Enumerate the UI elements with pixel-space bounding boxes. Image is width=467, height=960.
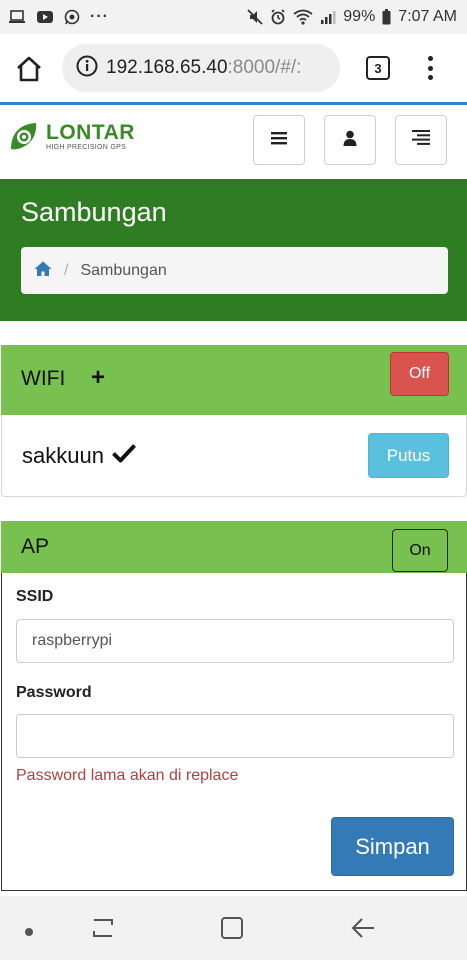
back-arrow-icon[interactable] — [350, 916, 376, 945]
system-navigation-bar — [0, 896, 467, 960]
nav-dot-icon[interactable] — [24, 924, 34, 942]
ap-on-button[interactable]: On — [392, 529, 448, 572]
more-dots-icon: ··· — [90, 8, 109, 25]
cell-signal-icon — [320, 10, 336, 24]
logo-tagline: HIGH PRECISION GPS — [46, 143, 127, 151]
wifi-connection-row: sakkuun Putus — [1, 415, 467, 497]
disconnect-button[interactable]: Putus — [368, 433, 449, 478]
check-icon — [112, 443, 136, 469]
save-button[interactable]: Simpan — [331, 817, 454, 876]
address-bar[interactable]: 192.168.65.40:8000/#/: — [62, 44, 340, 92]
home-icon[interactable] — [14, 54, 44, 84]
password-label: Password — [16, 684, 92, 701]
hamburger-menu-button[interactable] — [253, 115, 305, 165]
wifi-signal-icon — [293, 9, 313, 25]
browser-toolbar: 192.168.65.40:8000/#/: 3 — [0, 34, 467, 102]
wifi-connected-network: sakkuun — [22, 443, 136, 469]
url-host: 192.168.65.40 — [106, 57, 228, 78]
youtube-icon — [36, 10, 54, 24]
status-right: 99% 7:07 AM — [247, 8, 457, 26]
add-wifi-icon[interactable]: + — [91, 366, 105, 390]
lontar-logo[interactable]: LONTAR HIGH PRECISION GPS — [8, 119, 135, 153]
recent-apps-icon[interactable] — [90, 916, 116, 945]
battery-icon — [382, 9, 391, 25]
ssid-input[interactable] — [16, 619, 454, 663]
whatsapp-icon — [64, 9, 80, 25]
battery-percent: 99% — [343, 8, 376, 25]
hamburger-icon — [271, 131, 287, 150]
mute-icon — [247, 9, 263, 25]
align-menu-button[interactable] — [395, 115, 447, 165]
status-left: ··· — [8, 8, 109, 26]
user-icon — [343, 130, 357, 151]
wifi-title: WIFI — [21, 367, 66, 390]
wifi-ssid-label: sakkuun — [22, 443, 104, 468]
ssid-label: SSID — [16, 588, 54, 605]
laptop-icon — [8, 10, 26, 24]
tab-switcher-button[interactable]: 3 — [366, 56, 390, 80]
status-bar: ··· 99% 7:07 AM — [0, 0, 467, 34]
home-nav-icon[interactable] — [220, 916, 244, 945]
ap-panel-header: AP On — [1, 521, 467, 573]
breadcrumb: / Sambungan — [21, 247, 448, 294]
url-path: :8000/#/: — [227, 57, 302, 78]
user-button[interactable] — [324, 115, 376, 165]
page-title: Sambungan — [21, 197, 167, 227]
wifi-off-button[interactable]: Off — [390, 352, 449, 396]
align-right-icon — [412, 130, 430, 150]
ap-form: SSID Password Password lama akan di repl… — [1, 573, 467, 891]
alarm-icon — [270, 9, 286, 25]
breadcrumb-current: Sambungan — [80, 261, 167, 279]
wifi-panel-header: WIFI + Off — [1, 345, 467, 415]
lontar-logo-mark — [11, 123, 37, 150]
browser-menu-icon[interactable] — [420, 54, 440, 82]
info-icon[interactable] — [76, 55, 98, 82]
home-breadcrumb-icon[interactable] — [34, 261, 52, 281]
breadcrumb-separator: / — [64, 261, 69, 279]
app-header: LONTAR HIGH PRECISION GPS — [0, 105, 467, 179]
password-help-text: Password lama akan di replace — [16, 767, 239, 784]
ap-title: AP — [21, 535, 50, 558]
logo-name: LONTAR — [46, 120, 135, 144]
clock: 7:07 AM — [398, 8, 457, 25]
page-header: Sambungan / Sambungan — [0, 179, 467, 321]
password-input[interactable] — [16, 714, 454, 758]
